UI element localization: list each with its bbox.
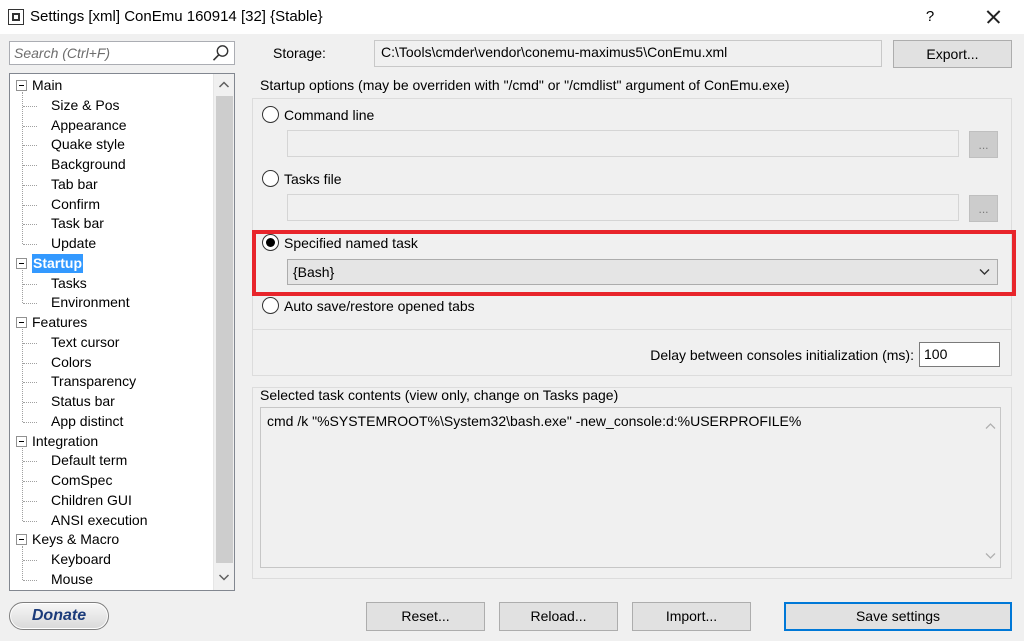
tree-item-label: Text cursor: [51, 333, 120, 350]
auto-save-radio[interactable]: [262, 297, 279, 314]
tree-item-label: Status bar: [51, 393, 115, 409]
tree-item-label: Children GUI: [51, 491, 132, 508]
search-input[interactable]: [10, 42, 200, 64]
startup-options-label: Startup options (may be overriden with "…: [260, 77, 790, 93]
tree-guide-line: [23, 145, 37, 147]
search-icon[interactable]: [212, 44, 230, 62]
tree-item-label: Mouse: [51, 570, 94, 587]
tree-item-label: Keyboard: [51, 551, 111, 567]
scroll-up-icon[interactable]: [218, 79, 230, 91]
close-icon[interactable]: [970, 4, 1014, 30]
tree-guide-line: [23, 560, 37, 561]
tree-guide-line: [23, 283, 37, 285]
tree-guide-line: [23, 244, 37, 245]
donate-button[interactable]: Donate: [9, 602, 109, 630]
collapse-icon[interactable]: [16, 317, 27, 328]
tree-item-label: Update: [51, 235, 97, 251]
title-bar: Settings [xml] ConEmu 160914 [32] {Stabl…: [0, 0, 1024, 34]
tree-guide-line: [23, 165, 37, 166]
tree-item-label: Confirm: [51, 195, 101, 212]
scroll-down-icon[interactable]: [218, 571, 230, 583]
tree-guide-line: [23, 421, 37, 423]
task-contents-label: Selected task contents (view only, chang…: [260, 387, 619, 403]
tree-guide-line: [23, 362, 37, 364]
tasks-file-input: [287, 194, 959, 221]
tree-item-label: Features: [32, 314, 88, 330]
tree-item-label: Default term: [51, 452, 128, 469]
tree-guide-line: [22, 447, 23, 521]
tree-item-label: Environment: [51, 294, 130, 311]
command-line-input: [287, 130, 959, 157]
tree-item-label: Tasks: [51, 274, 87, 291]
tree-scrollbar[interactable]: [213, 74, 234, 590]
storage-path-field[interactable]: C:\Tools\cmder\vendor\conemu-maximus5\Co…: [374, 40, 882, 67]
tree-guide-line: [22, 546, 23, 580]
tree-item-label: Startup: [32, 253, 83, 273]
tree-guide-line: [23, 579, 37, 581]
command-line-browse-button: ...: [969, 131, 998, 158]
task-contents-scrollbar[interactable]: [982, 409, 999, 566]
tree-item-label: Colors: [51, 353, 92, 370]
conemu-app-icon[interactable]: [8, 9, 24, 25]
reload-button[interactable]: Reload...: [499, 602, 618, 631]
scroll-up-icon[interactable]: [985, 421, 996, 432]
tree-guide-line: [23, 105, 37, 107]
tree-item-label: Task bar: [51, 215, 104, 232]
tree-item-label: Transparency: [51, 373, 137, 390]
collapse-icon[interactable]: [16, 435, 27, 447]
delay-label: Delay between consoles initialization (m…: [650, 347, 914, 363]
auto-save-label[interactable]: Auto save/restore opened tabs: [284, 298, 475, 314]
save-settings-button[interactable]: Save settings: [784, 602, 1012, 631]
task-contents-box[interactable]: cmd /k "%SYSTEMROOT%\System32\bash.exe" …: [260, 407, 1001, 568]
collapse-icon[interactable]: [16, 257, 27, 269]
import-button[interactable]: Import...: [632, 602, 751, 631]
settings-tree: Main Size & Pos Appearance Quake style Backg…: [9, 73, 235, 591]
tree-guide-line: [23, 184, 37, 186]
tree-item-label: ANSI execution: [51, 511, 148, 528]
tree-guide-line: [23, 500, 37, 502]
tasks-file-label[interactable]: Tasks file: [284, 171, 342, 187]
delay-input[interactable]: 100: [919, 342, 1000, 367]
tree-guide-line: [23, 224, 37, 226]
highlight-box: [252, 230, 1016, 296]
tree-item-label: Keys & Macro: [32, 531, 120, 548]
window-title: Settings [xml] ConEmu 160914 [32] {Stabl…: [30, 8, 323, 25]
tree-item-label: Background: [51, 156, 126, 172]
tree-guide-line: [23, 342, 37, 344]
command-line-label[interactable]: Command line: [284, 107, 374, 123]
tasks-file-radio[interactable]: [262, 170, 279, 187]
tree-item-label: Integration: [32, 432, 99, 449]
tree-item-label: Quake style: [51, 136, 125, 153]
divider: [253, 329, 1011, 330]
export-button[interactable]: Export...: [893, 40, 1012, 68]
command-line-radio[interactable]: [262, 106, 279, 123]
scroll-down-icon[interactable]: [985, 550, 996, 561]
tree-guide-line: [23, 125, 37, 127]
tree-item-label: Appearance: [51, 116, 127, 133]
tree-item-label: ComSpec: [51, 472, 113, 488]
tree-guide-line: [23, 461, 37, 463]
reset-button[interactable]: Reset...: [366, 602, 485, 631]
tasks-file-browse-button: ...: [969, 195, 998, 222]
tree-item-label: Size & Pos: [51, 96, 120, 113]
storage-label: Storage:: [273, 45, 326, 61]
help-button[interactable]: ?: [912, 4, 948, 30]
tree-scroll-thumb[interactable]: [216, 96, 233, 563]
tree-guide-line: [23, 481, 37, 482]
tree-guide-line: [23, 303, 37, 305]
task-contents-text: cmd /k "%SYSTEMROOT%\System32\bash.exe" …: [267, 413, 802, 429]
tree-guide-line: [23, 402, 37, 403]
tree-guide-line: [23, 204, 37, 206]
tree-item-label: Main: [32, 77, 63, 93]
tree-guide-line: [23, 382, 37, 384]
tree-item-label: Tab bar: [51, 175, 98, 192]
tree-guide-line: [22, 269, 23, 304]
search-box: [9, 41, 235, 65]
collapse-icon[interactable]: [16, 534, 27, 546]
tree-item-label: App distinct: [51, 412, 124, 429]
tree-guide-line: [23, 520, 37, 522]
collapse-icon[interactable]: [16, 80, 27, 91]
tree-guide-line: [22, 92, 23, 244]
